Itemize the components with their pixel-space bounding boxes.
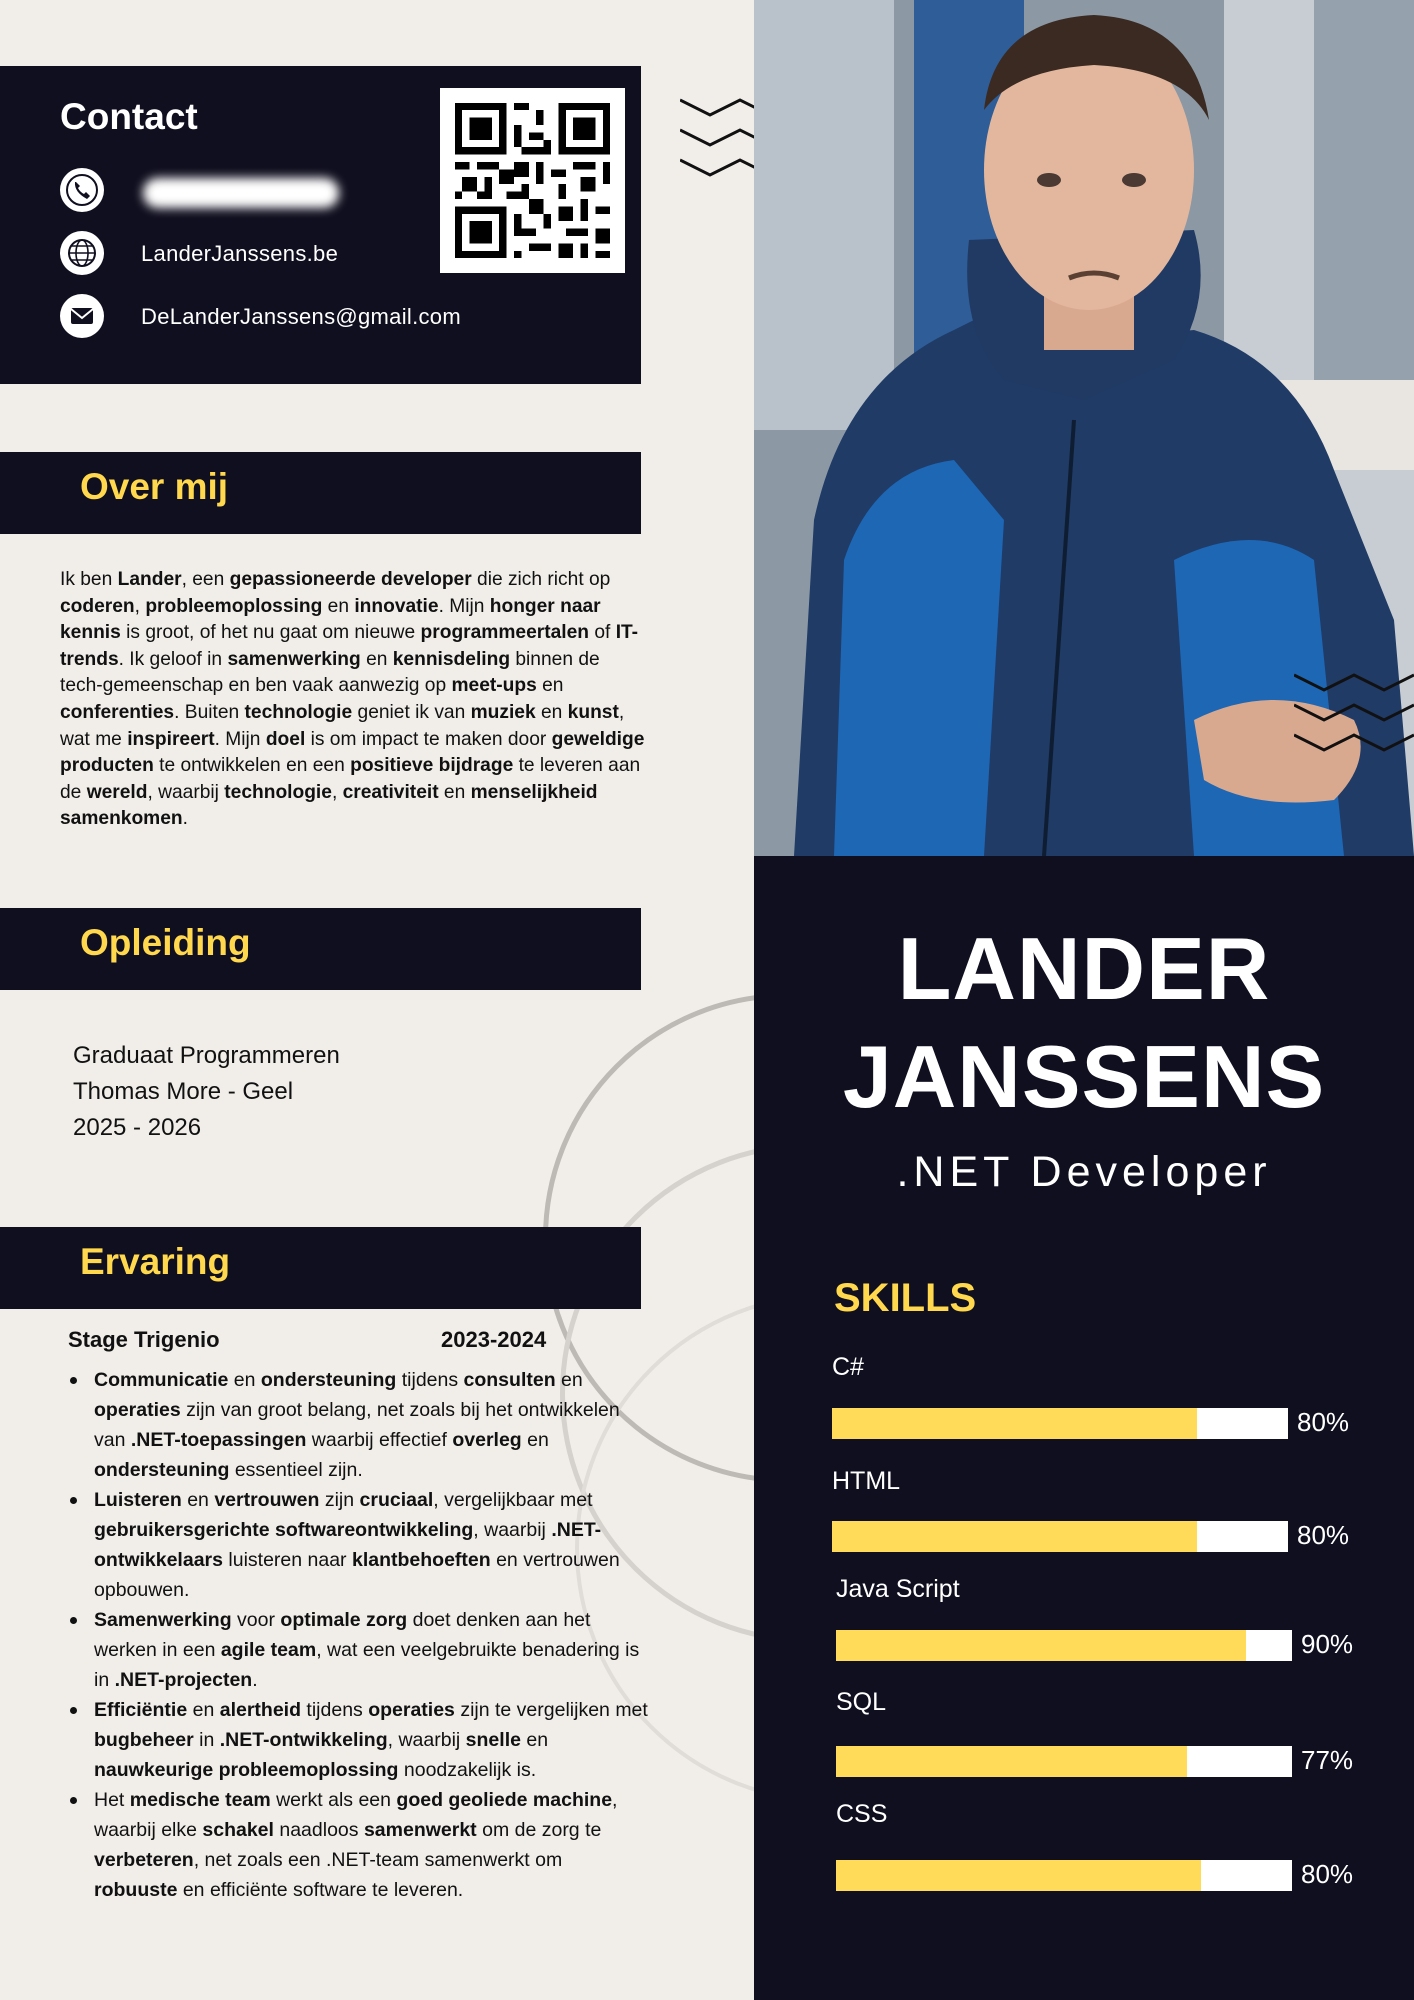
skill-label: C#: [832, 1353, 864, 1381]
skill-bar-fill: [836, 1746, 1188, 1777]
experience-years: 2023-2024: [441, 1327, 547, 1352]
experience-bullet: Efficiëntie en alertheid tijdens operati…: [68, 1695, 648, 1785]
qr-code[interactable]: [440, 88, 625, 273]
about-text: Ik ben Lander, een gepassioneerde develo…: [60, 569, 645, 830]
skill-percent: 80%: [1301, 1859, 1354, 1889]
website-link[interactable]: LanderJanssens.be: [141, 241, 338, 267]
experience-role: Stage Trigenio: [68, 1327, 220, 1352]
job-title: .NET Developer: [896, 1148, 1272, 1196]
about-header: Over mij: [0, 452, 641, 534]
education-school: Thomas More - Geel: [73, 1078, 294, 1105]
skill-percent: 90%: [1301, 1629, 1354, 1659]
skill-bar-track: [836, 1860, 1292, 1891]
mail-icon: [60, 294, 104, 338]
about-title: Over mij: [80, 466, 229, 507]
experience-bullet: Communicatie en ondersteuning tijdens co…: [68, 1365, 648, 1485]
education-title: Opleiding: [80, 922, 251, 963]
skill-percent: 80%: [1297, 1520, 1350, 1550]
skill-label: CSS: [836, 1800, 888, 1828]
experience-bullet: Luisteren en vertrouwen zijn cruciaal, v…: [68, 1485, 648, 1605]
skill-label: HTML: [832, 1467, 901, 1495]
phone-number-redacted: [143, 178, 339, 208]
first-name: LANDER: [897, 919, 1271, 1018]
skill-label: Java Script: [836, 1575, 960, 1603]
last-name: JANSSENS: [842, 1027, 1326, 1126]
skill-bar-fill: [836, 1860, 1201, 1891]
contact-title: Contact: [60, 96, 198, 137]
experience-bullet: Het medische team werkt als een goed geo…: [68, 1785, 648, 1905]
education-years: 2025 - 2026: [73, 1114, 202, 1141]
zigzag-decoration: [1294, 673, 1414, 752]
skill-percent: 77%: [1301, 1745, 1354, 1775]
skill-bar-fill: [832, 1408, 1197, 1439]
experience-title: Ervaring: [80, 1241, 231, 1282]
education-header: Opleiding: [0, 908, 641, 990]
skill-percent: 80%: [1297, 1407, 1350, 1437]
experience-bullet: Samenwerking voor optimale zorg doet den…: [68, 1605, 648, 1695]
skill-bar-track: [836, 1746, 1292, 1777]
globe-icon: [60, 231, 104, 275]
skill-bar-track: [832, 1408, 1288, 1439]
skill-bar-fill: [832, 1521, 1197, 1552]
contact-section: Contact LanderJanssens.be DeLanderJansse…: [0, 66, 641, 384]
skill-bar-fill: [836, 1630, 1247, 1661]
skill-label: SQL: [836, 1688, 887, 1716]
education-program: Graduaat Programmeren: [73, 1042, 340, 1069]
experience-header: Ervaring: [0, 1227, 641, 1309]
skills-title: SKILLS: [834, 1276, 977, 1320]
phone-icon: [60, 168, 104, 212]
skill-bar-track: [832, 1521, 1288, 1552]
skill-bar-track: [836, 1630, 1292, 1661]
email-link[interactable]: DeLanderJanssens@gmail.com: [141, 304, 461, 330]
experience-bullet-list: Communicatie en ondersteuning tijdens co…: [68, 1365, 648, 1905]
